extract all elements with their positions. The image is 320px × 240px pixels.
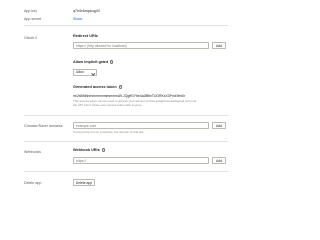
- oauth2-label: OAuth 2: [24, 36, 38, 40]
- add-webhook-button[interactable]: Add: [212, 157, 226, 164]
- show-secret-link[interactable]: Show: [73, 17, 82, 21]
- webhooks-label: Webhooks: [24, 150, 41, 154]
- chooser-domains-label: Chooser/Saver domains: [24, 124, 63, 128]
- access-token-title: Generated access token i: [73, 85, 123, 89]
- implicit-grant-title-text: Allow implicit grant: [73, 60, 109, 64]
- divider: [24, 25, 228, 26]
- info-icon[interactable]: i: [101, 148, 106, 152]
- info-icon[interactable]: i: [110, 60, 114, 64]
- chooser-domains-help: If using Drop-ins on a website, the doma…: [73, 130, 145, 134]
- access-token-title-text: Generated access token: [73, 85, 117, 89]
- app-secret-label: App secret: [24, 17, 42, 21]
- divider: [24, 171, 228, 172]
- implicit-grant-selected: Allow: [76, 70, 84, 74]
- add-chooser-domain-button[interactable]: Add: [212, 122, 226, 129]
- divider: [24, 115, 228, 116]
- add-redirect-uri-button[interactable]: Add: [212, 42, 226, 49]
- chooser-domain-input[interactable]: example.com: [73, 122, 209, 129]
- info-icon[interactable]: i: [118, 85, 123, 89]
- webhook-uris-title-text: Webhook URIs: [73, 148, 100, 152]
- delete-app-label: Delete app: [24, 181, 42, 185]
- redirect-uris-title: Redirect URIs: [73, 34, 98, 38]
- implicit-grant-select[interactable]: Allow: [73, 69, 97, 76]
- app-key-value: q7h4r4mqdcqy0l: [73, 9, 100, 13]
- access-token-help: This access token can be used to access …: [73, 99, 233, 108]
- webhook-uri-input[interactable]: https://: [73, 157, 209, 164]
- divider: [24, 141, 228, 142]
- implicit-grant-title: Allow implicit grant i: [73, 60, 114, 64]
- app-key-label: App key: [24, 9, 37, 13]
- chevron-down-icon: [91, 71, 95, 75]
- webhook-uris-title: Webhook URIs i: [73, 148, 106, 152]
- app-settings-page: App key q7h4r4mqdcqy0l App secret Show O…: [0, 0, 302, 201]
- redirect-uri-input[interactable]: https:// (http allowed for localhost): [73, 42, 209, 49]
- access-token-value: rm2sBfdhhrhmmmmmmmmmA9-JQgffGYbe4a2f8tfv…: [73, 94, 186, 98]
- delete-app-button[interactable]: Delete app: [73, 179, 95, 186]
- access-token-help-line2: the API. Don't share your access token w…: [73, 102, 143, 107]
